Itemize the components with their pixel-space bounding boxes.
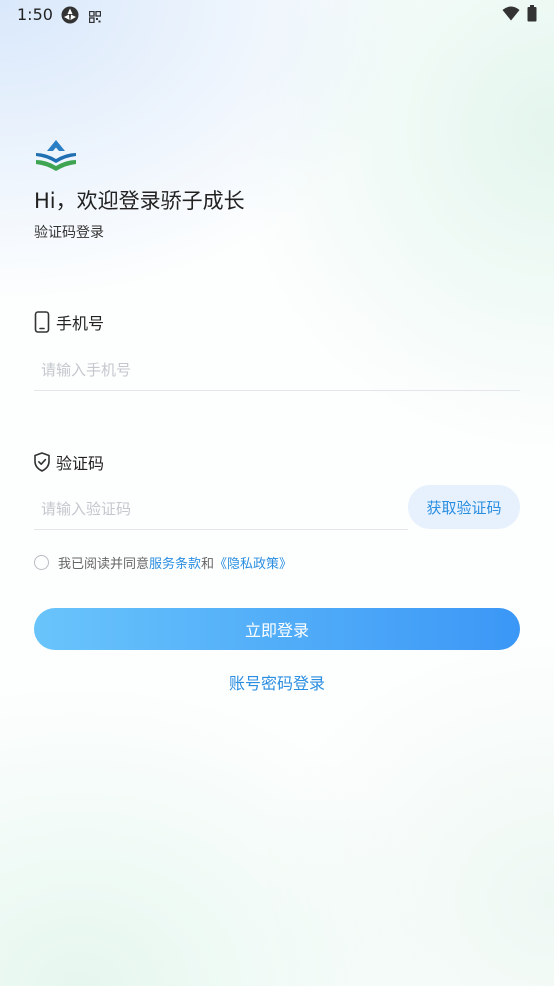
code-label: 验证码 <box>34 450 104 474</box>
phone-input[interactable] <box>34 349 520 391</box>
battery-icon <box>527 5 537 26</box>
terms-link[interactable]: 服务条款 <box>149 553 201 572</box>
phone-label-text: 手机号 <box>56 314 105 333</box>
login-mode-subtitle: 验证码登录 <box>34 225 104 241</box>
login-button[interactable]: 立即登录 <box>34 608 520 650</box>
wifi-icon <box>502 6 520 25</box>
brand-logo <box>34 138 78 172</box>
password-login-row: 账号密码登录 <box>0 670 554 694</box>
phone-icon <box>34 311 50 333</box>
agreement-and: 和 <box>201 557 215 572</box>
status-time: 1:50 <box>17 5 53 24</box>
phone-label: 手机号 <box>34 310 104 334</box>
privacy-policy-link[interactable]: 《隐私政策》 <box>214 553 292 572</box>
password-login-link[interactable]: 账号密码登录 <box>229 674 325 693</box>
agreement-row: 我已阅读并同意 服务条款 和 《隐私政策》 <box>34 553 292 572</box>
vpn-icon <box>60 5 80 29</box>
status-bar: 1:50 <box>0 0 554 30</box>
shield-check-icon <box>34 452 50 472</box>
agreement-prefix: 我已阅读并同意 <box>58 557 150 572</box>
code-label-text: 验证码 <box>56 454 105 473</box>
get-code-button[interactable]: 获取验证码 <box>408 485 520 529</box>
qr-icon <box>88 8 102 27</box>
agreement-checkbox[interactable] <box>34 555 49 570</box>
welcome-title: Hi，欢迎登录骄子成长 <box>34 189 245 213</box>
verification-code-input[interactable] <box>34 488 408 530</box>
